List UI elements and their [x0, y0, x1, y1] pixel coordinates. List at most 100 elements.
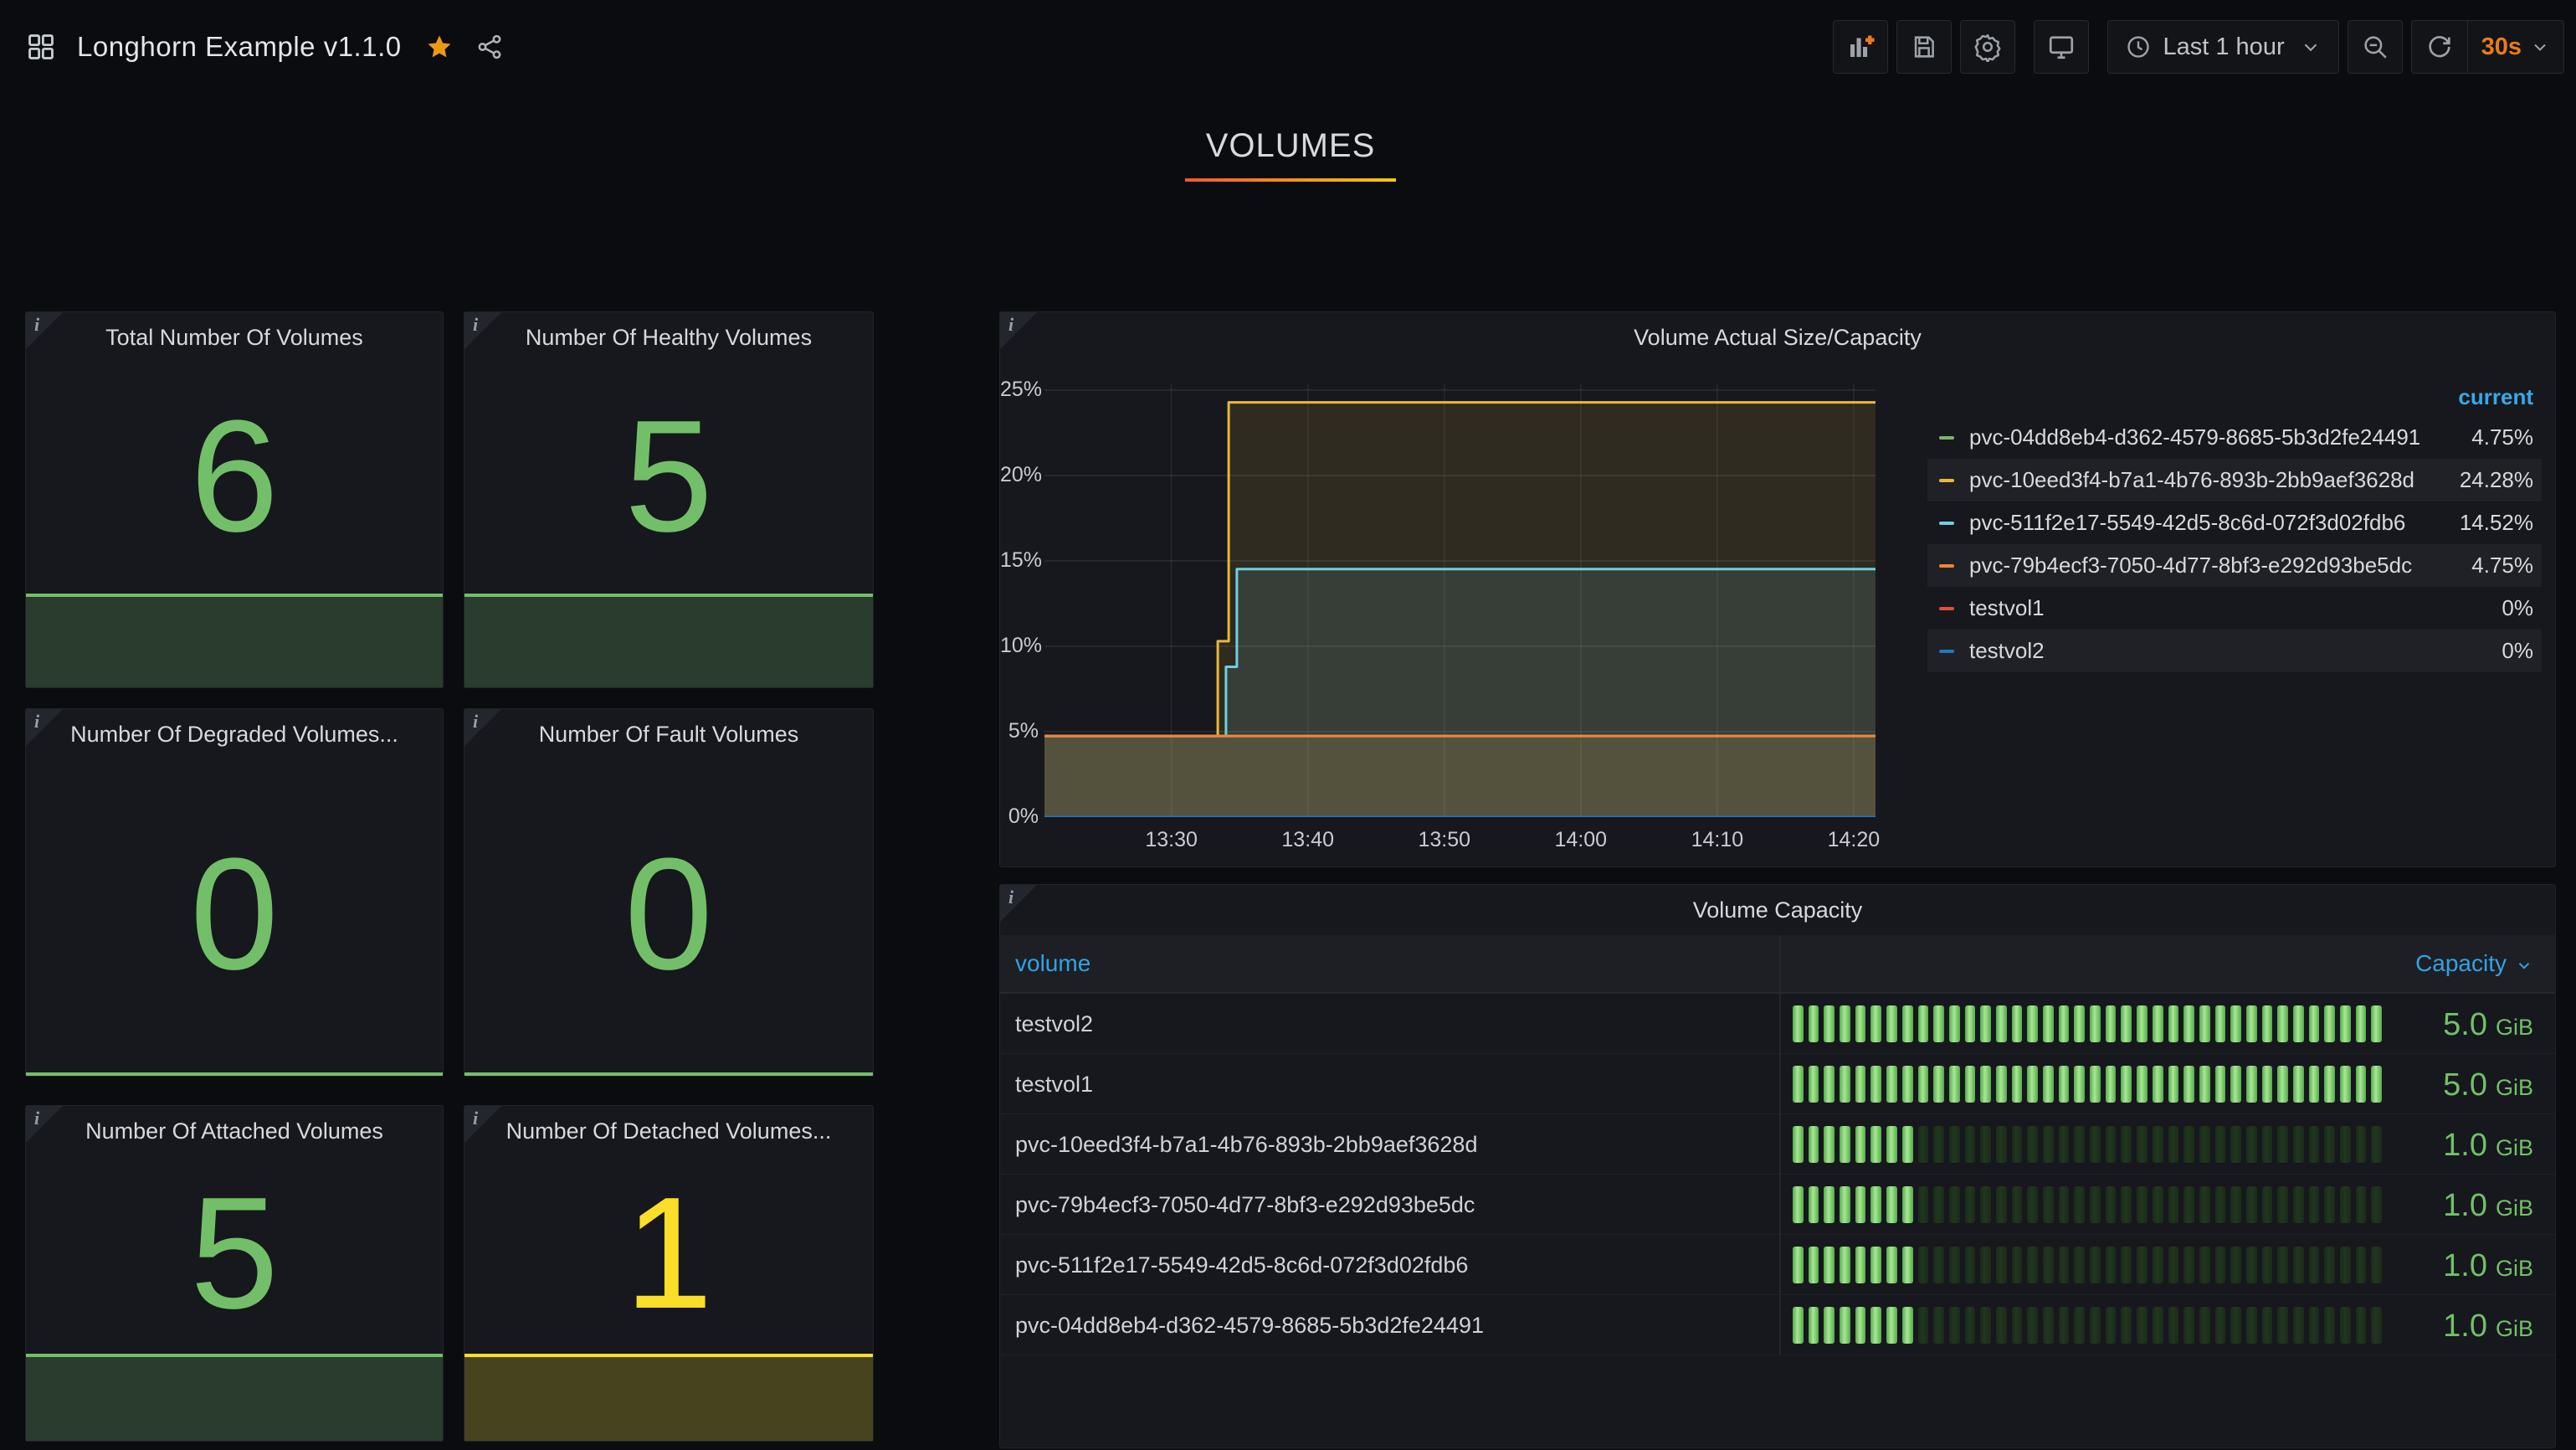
info-icon: i — [34, 1108, 39, 1129]
dashboard-settings-button[interactable] — [1960, 20, 2015, 74]
gauge-cell-dim — [2324, 1186, 2335, 1223]
panel-title[interactable]: Total Number Of Volumes — [26, 312, 443, 362]
gauge-cell-lit — [2293, 1066, 2304, 1103]
panel-info-corner[interactable] — [1000, 885, 1037, 922]
stat-panel-attached-volumes[interactable]: i Number Of Attached Volumes 5 — [25, 1105, 444, 1442]
gauge-cell-dim — [2324, 1247, 2335, 1283]
dashboard-title[interactable]: Longhorn Example v1.1.0 — [77, 31, 402, 63]
panel-info-corner[interactable] — [26, 709, 63, 746]
x-axis-tick-label: 14:00 — [1535, 828, 1627, 852]
gauge-cell-dim — [2090, 1307, 2101, 1344]
gauge-cell-dim — [2309, 1307, 2320, 1344]
legend-series-color-dash[interactable] — [1939, 436, 1954, 440]
gauge-cell-dim — [2168, 1186, 2179, 1223]
save-dashboard-button[interactable] — [1896, 20, 1952, 74]
gauge-cell-dim — [2043, 1126, 2054, 1163]
gauge-cell-lit — [2153, 1066, 2163, 1103]
gauge-cell-dim — [2121, 1307, 2132, 1344]
panel-info-corner[interactable] — [26, 312, 63, 349]
panel-info-corner[interactable] — [464, 312, 501, 349]
gauge-cell-dim — [2356, 1126, 2367, 1163]
legend-series-name[interactable]: testvol2 — [1969, 638, 2045, 664]
gauge-cell-dim — [2074, 1307, 2085, 1344]
legend-series-current-value: 0% — [2502, 595, 2533, 621]
add-panel-button[interactable] — [1833, 20, 1888, 74]
share-icon[interactable] — [475, 33, 504, 61]
gauge-cell-lit — [1933, 1066, 1944, 1103]
gauge-cell-lit — [2262, 1066, 2273, 1103]
panel-title[interactable]: Volume Capacity — [1000, 885, 2555, 935]
stat-panel-healthy-volumes[interactable]: i Number Of Healthy Volumes 5 — [464, 311, 874, 688]
gauge-cell-dim — [2090, 1247, 2101, 1283]
stat-panel-degraded-volumes[interactable]: i Number Of Degraded Volumes... 0 — [25, 708, 444, 1077]
gauge-cell-dim — [2183, 1247, 2194, 1283]
legend-series-name[interactable]: pvc-10eed3f4-b7a1-4b76-893b-2bb9aef3628d — [1969, 467, 2414, 493]
apps-grid-icon[interactable] — [25, 31, 57, 63]
legend-current-column-header[interactable]: current — [1927, 378, 2542, 416]
legend-series-name[interactable]: pvc-04dd8eb4-d362-4579-8685-5b3d2fe24491 — [1969, 424, 2420, 450]
time-range-picker[interactable]: Last 1 hour — [2107, 20, 2339, 74]
graph-panel-volume-actual-size[interactable]: i Volume Actual Size/Capacity 0%5%10%15%… — [999, 311, 2556, 867]
gauge-cell-dim — [2074, 1126, 2085, 1163]
gauge-cell-dim — [2027, 1186, 2038, 1223]
gauge-cell-dim — [2246, 1247, 2257, 1283]
y-axis-tick-label: 5% — [1000, 719, 1039, 743]
table-panel-volume-capacity[interactable]: i Volume Capacity volume Capacity testvo… — [999, 884, 2556, 1448]
gauge-cell-dim — [2371, 1126, 2382, 1163]
gauge-cell-lit — [1870, 1186, 1881, 1223]
cycle-view-mode-button[interactable] — [2034, 20, 2089, 74]
gauge-cell-dim — [2309, 1247, 2320, 1283]
capacity-value-cell: 5.0GiB — [2443, 1054, 2533, 1114]
panel-title[interactable]: Number Of Healthy Volumes — [464, 312, 873, 362]
stat-panel-fault-volumes[interactable]: i Number Of Fault Volumes 0 — [464, 708, 874, 1077]
stat-panel-detached-volumes[interactable]: i Number Of Detached Volumes... 1 — [464, 1105, 874, 1442]
gauge-cell-lit — [2106, 1005, 2117, 1042]
zoom-out-time-button[interactable] — [2348, 20, 2403, 74]
legend-series-name[interactable]: testvol1 — [1969, 595, 2045, 621]
x-axis-tick-label: 13:40 — [1262, 828, 1354, 852]
legend-series-color-dash[interactable] — [1939, 650, 1954, 653]
capacity-value-cell: 1.0GiB — [2443, 1235, 2533, 1295]
gauge-cell-lit — [1902, 1247, 1913, 1283]
stat-panel-total-volumes[interactable]: i Total Number Of Volumes 6 — [25, 311, 444, 688]
gauge-cell-dim — [1918, 1307, 1929, 1344]
gauge-cell-dim — [2059, 1126, 2070, 1163]
stat-value: 6 — [26, 359, 443, 594]
info-icon: i — [473, 711, 478, 733]
stat-sparkline-fill — [464, 1354, 873, 1441]
panel-info-corner[interactable] — [464, 1106, 501, 1143]
gauge-cell-dim — [1996, 1186, 2007, 1223]
gauge-cell-dim — [2027, 1307, 2038, 1344]
gauge-cell-lit — [1886, 1005, 1897, 1042]
refresh-interval-picker[interactable]: 30s — [2468, 21, 2563, 73]
favorite-star-icon[interactable] — [425, 33, 454, 61]
legend-series-name[interactable]: pvc-79b4ecf3-7050-4d77-8bf3-e292d93be5dc — [1969, 553, 2412, 578]
panel-title[interactable]: Number Of Detached Volumes... — [464, 1106, 873, 1156]
gauge-cell-lit — [2262, 1005, 2273, 1042]
gauge-cell-dim — [2199, 1186, 2210, 1223]
panel-info-corner[interactable] — [26, 1106, 63, 1143]
legend-series-color-dash[interactable] — [1939, 479, 1954, 482]
legend-series-color-dash[interactable] — [1939, 564, 1954, 568]
panel-info-corner[interactable] — [464, 709, 501, 746]
capacity-unit: GiB — [2496, 1316, 2533, 1342]
gauge-cell-dim — [2324, 1126, 2335, 1163]
table-row: testvol25.0GiB — [1000, 994, 2555, 1054]
legend-series-color-dash[interactable] — [1939, 522, 1954, 525]
gauge-cell-dim — [2246, 1186, 2257, 1223]
gauge-cell-dim — [1949, 1186, 1960, 1223]
panel-title[interactable]: Number Of Attached Volumes — [26, 1106, 443, 1156]
panel-title[interactable]: Number Of Fault Volumes — [464, 709, 873, 759]
gauge-cell-dim — [2277, 1126, 2288, 1163]
gauge-cell-lit — [2199, 1005, 2210, 1042]
column-header-capacity[interactable]: Capacity — [2415, 935, 2533, 992]
table-row: testvol15.0GiB — [1000, 1054, 2555, 1114]
legend-series-color-dash[interactable] — [1939, 607, 1954, 610]
column-header-volume[interactable]: volume — [1015, 935, 1090, 992]
refresh-button[interactable] — [2412, 21, 2467, 73]
legend-series-name[interactable]: pvc-511f2e17-5549-42d5-8c6d-072f3d02fdb6 — [1969, 510, 2405, 536]
series-area-fill — [1044, 736, 1876, 817]
gauge-cell-dim — [1996, 1126, 2007, 1163]
panel-title[interactable]: Number Of Degraded Volumes... — [26, 709, 443, 759]
refresh-interval-label: 30s — [2481, 33, 2522, 61]
